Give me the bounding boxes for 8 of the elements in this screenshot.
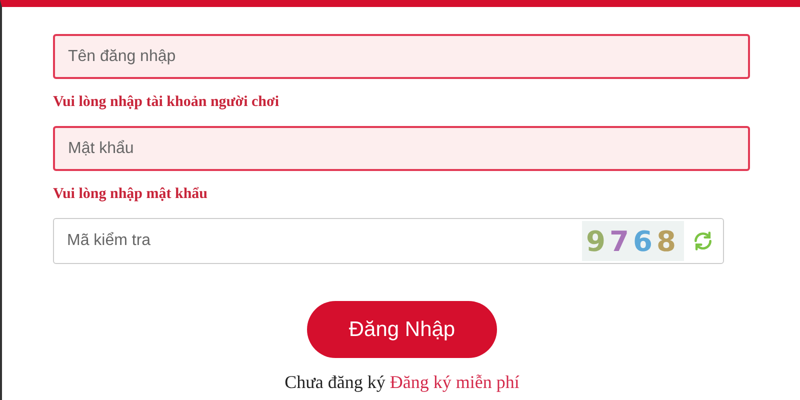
input-field[interactable]: Tên đăng nhập <box>53 34 750 79</box>
register-prompt: Chưa đăng ký Đăng ký miễn phí <box>284 372 520 393</box>
input-field[interactable]: Mật khẩu <box>53 126 750 171</box>
error-message: Vui lòng nhập tài khoản người chơi <box>53 93 280 112</box>
login-button[interactable]: Đăng Nhập <box>307 301 497 358</box>
error-message: Vui lòng nhập mật khẩu <box>53 185 209 204</box>
register-link[interactable]: Đăng ký miễn phí <box>390 372 520 392</box>
refresh-icon[interactable] <box>692 230 714 252</box>
